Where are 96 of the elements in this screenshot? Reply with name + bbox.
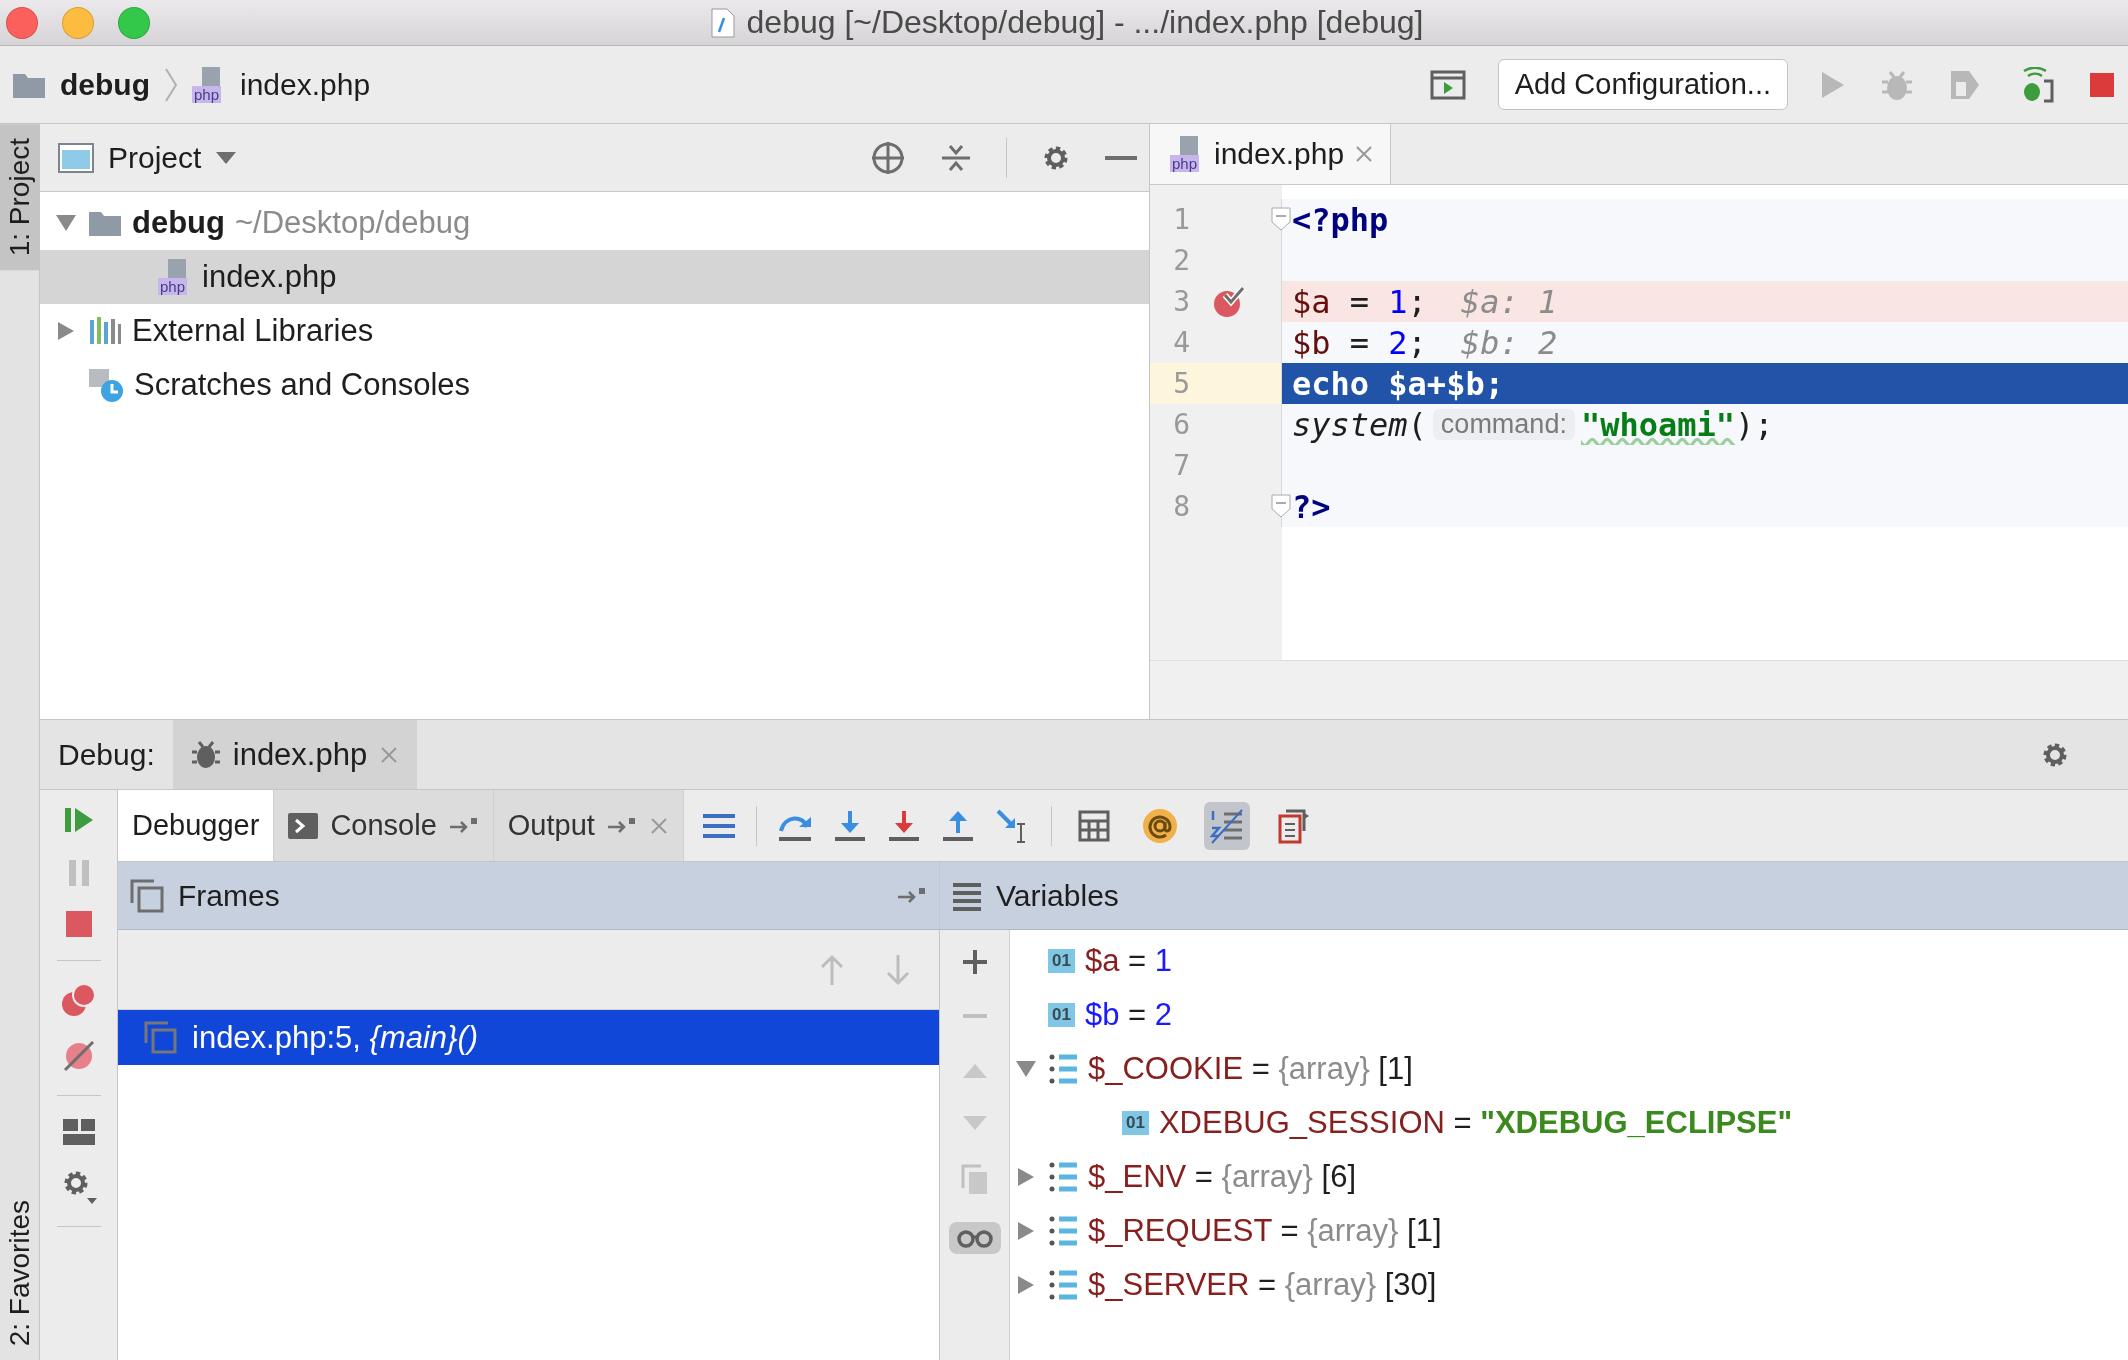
fold-icon[interactable]: [1271, 494, 1291, 518]
calculator-icon[interactable]: [1077, 809, 1110, 842]
debug-tab[interactable]: Console: [274, 790, 494, 861]
inline-value: $b: 2: [1460, 323, 1558, 362]
code-text: $a = 1;: [1292, 282, 1427, 321]
frame-row[interactable]: index.php:5, {main}(): [118, 1010, 939, 1065]
side-tab[interactable]: 1: Project: [0, 124, 40, 271]
code-text: echo $a+$b;: [1292, 364, 1504, 403]
line-number: 7: [1172, 449, 1190, 482]
run-window-icon[interactable]: [1429, 69, 1466, 100]
type-badge: 01: [1048, 1003, 1075, 1027]
frames-icon: [130, 878, 164, 913]
breadcrumb[interactable]: debug: [60, 67, 150, 102]
stop-icon[interactable]: [64, 910, 93, 938]
line-number: 4: [1172, 326, 1190, 359]
debug-session-tab[interactable]: index.php: [172, 720, 418, 789]
tab-label: Debugger: [132, 809, 260, 842]
type-badge: 01: [1122, 1111, 1149, 1135]
bug-icon: [190, 739, 221, 770]
breakpoint-icon[interactable]: [1212, 284, 1246, 319]
step-into-icon[interactable]: [832, 808, 867, 843]
tree-label: index.php: [202, 259, 337, 295]
debug-label: Debug:: [58, 737, 155, 772]
line-number: 2: [1172, 244, 1190, 277]
variable-entry[interactable]: $b = 2: [1084, 997, 1172, 1033]
line-number: 5: [1172, 367, 1190, 400]
code-text: system(: [1292, 405, 1427, 444]
variable-entry[interactable]: $_REQUEST = {array} [1]: [1088, 1213, 1442, 1249]
folder-path: ~/Desktop/debug: [235, 205, 471, 241]
inline-value: $a: 1: [1460, 282, 1558, 321]
close-icon[interactable]: [648, 815, 669, 836]
line-numbers-icon[interactable]: [1209, 807, 1244, 844]
close-icon[interactable]: [1354, 144, 1375, 164]
window-minimize-button[interactable]: [62, 6, 94, 39]
parameter-hint: command:: [1432, 409, 1575, 440]
tree-label: debug: [132, 205, 225, 241]
frame-icon: [144, 1020, 178, 1055]
tree-item[interactable]: php index.php: [40, 250, 1149, 304]
list-icon[interactable]: [701, 812, 736, 839]
stop-icon[interactable]: [2088, 70, 2116, 99]
line-number: 3: [1172, 285, 1190, 318]
line-number: 6: [1172, 408, 1190, 441]
at-sign-icon[interactable]: [1141, 807, 1178, 844]
list-icon: [952, 880, 982, 911]
code-text: "whoami");: [1580, 405, 1774, 444]
chevron-icon: [164, 66, 178, 103]
debug-tab[interactable]: Debugger: [118, 790, 275, 861]
code-text: $b = 2;: [1292, 323, 1427, 362]
editor-tab[interactable]: php index.php: [1150, 124, 1392, 184]
terminal-icon[interactable]: [288, 812, 319, 839]
breadcrumb[interactable]: index.php: [240, 67, 371, 102]
breakpoints-icon[interactable]: [60, 983, 97, 1017]
tree-item[interactable]: Scratches and Consoles: [40, 358, 1149, 412]
line-number: 8: [1172, 490, 1190, 523]
add-configuration-button[interactable]: Add Configuration...: [1497, 59, 1788, 110]
tree-label: External Libraries: [132, 313, 374, 349]
crosshair-icon[interactable]: [870, 139, 906, 176]
window-title: debug [~/Desktop/debug] - .../index.php [debug]: [746, 4, 1424, 41]
variable-entry[interactable]: XDEBUG_SESSION = "XDEBUG_ECLIPSE": [1158, 1105, 1793, 1141]
tree-item[interactable]: debug ~/Desktop/debug: [40, 196, 1149, 250]
side-tab[interactable]: 2: Favorites: [0, 1185, 40, 1360]
variable-entry[interactable]: $_SERVER = {array} [30]: [1088, 1267, 1437, 1303]
library-icon: [88, 316, 122, 346]
tree-label: Scratches and Consoles: [134, 367, 471, 403]
layout-icon[interactable]: [61, 1118, 96, 1146]
panel-title: Frames: [178, 878, 280, 913]
close-icon[interactable]: [379, 744, 400, 765]
tab-label: index.php: [1214, 137, 1345, 171]
folder-icon: [88, 209, 122, 237]
caret-icon[interactable]: [215, 150, 238, 165]
tab-label: index.php: [232, 736, 368, 773]
frame-label: index.php:5, {main}(): [192, 1019, 479, 1056]
line-number: 1: [1172, 203, 1190, 236]
fold-icon[interactable]: [1271, 207, 1291, 231]
window-close-button[interactable]: [6, 6, 38, 39]
minimize-icon[interactable]: [1105, 154, 1137, 161]
project-icon: [58, 142, 94, 173]
debug-tab[interactable]: Output: [493, 790, 684, 861]
file-icon: [710, 7, 735, 38]
code-text: <?php: [1292, 200, 1389, 239]
glasses-icon[interactable]: [956, 1228, 993, 1248]
plus-icon[interactable]: [960, 948, 989, 976]
mute-breakpoints-icon[interactable]: [61, 1039, 96, 1073]
variable-entry[interactable]: $a = 1: [1084, 943, 1172, 979]
code-text: ?>: [1292, 487, 1331, 526]
tab-label: Console: [330, 809, 437, 842]
variable-entry[interactable]: $_ENV = {array} [6]: [1088, 1159, 1356, 1195]
window-zoom-button[interactable]: [118, 6, 150, 39]
variable-entry[interactable]: $_COOKIE = {array} [1]: [1088, 1051, 1413, 1087]
panel-title: Variables: [996, 878, 1119, 913]
type-badge: 01: [1048, 949, 1075, 973]
scratch-icon: [88, 367, 124, 403]
force-step-into-icon[interactable]: [886, 808, 921, 843]
tree-item[interactable]: External Libraries: [40, 304, 1149, 358]
panel-title[interactable]: Project: [108, 140, 202, 175]
tab-label: Output: [507, 809, 595, 842]
